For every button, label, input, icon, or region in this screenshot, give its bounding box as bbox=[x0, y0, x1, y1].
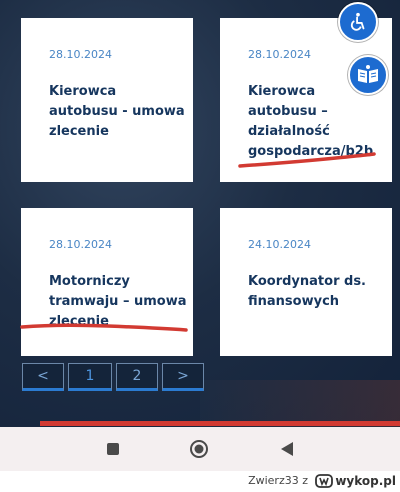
wheelchair-accessibility-icon[interactable] bbox=[338, 2, 378, 42]
wykop-logo: wykop.pl bbox=[315, 472, 396, 490]
android-nav-bar bbox=[0, 427, 400, 471]
job-card[interactable]: 28.10.2024 Kierowca autobusu - umowa zle… bbox=[21, 18, 193, 182]
pagination-page-1[interactable]: 1 bbox=[68, 363, 112, 391]
job-title[interactable]: Kierowca autobusu - umowa zlecenie bbox=[49, 82, 189, 142]
job-title[interactable]: Koordynator ds. finansowych bbox=[248, 272, 388, 312]
back-triangle-icon[interactable] bbox=[277, 439, 297, 459]
pagination-page-2[interactable]: 2 bbox=[116, 363, 158, 391]
wykop-logo-icon bbox=[315, 474, 334, 488]
pagination-next-button[interactable]: > bbox=[162, 363, 204, 391]
recent-apps-square-icon[interactable] bbox=[103, 439, 123, 459]
red-underline-mark bbox=[20, 323, 188, 332]
home-circle-icon[interactable] bbox=[189, 439, 209, 459]
author-label: Zwierz33 z bbox=[248, 474, 308, 487]
job-date: 28.10.2024 bbox=[248, 48, 311, 61]
watermark-footer: Zwierz33 z wykop.pl bbox=[0, 471, 400, 492]
job-date: 28.10.2024 bbox=[49, 238, 112, 251]
easy-read-book-icon[interactable] bbox=[348, 55, 388, 95]
job-card[interactable]: 24.10.2024 Koordynator ds. finansowych bbox=[220, 208, 392, 356]
pagination-prev-button[interactable]: < bbox=[22, 363, 64, 391]
red-underline-mark bbox=[238, 152, 376, 168]
logo-text: wykop.pl bbox=[335, 474, 396, 488]
job-date: 28.10.2024 bbox=[49, 48, 112, 61]
red-banner-edge bbox=[40, 421, 400, 426]
job-date: 24.10.2024 bbox=[248, 238, 311, 251]
job-listing-screen: 28.10.2024 Kierowca autobusu - umowa zle… bbox=[0, 0, 400, 427]
